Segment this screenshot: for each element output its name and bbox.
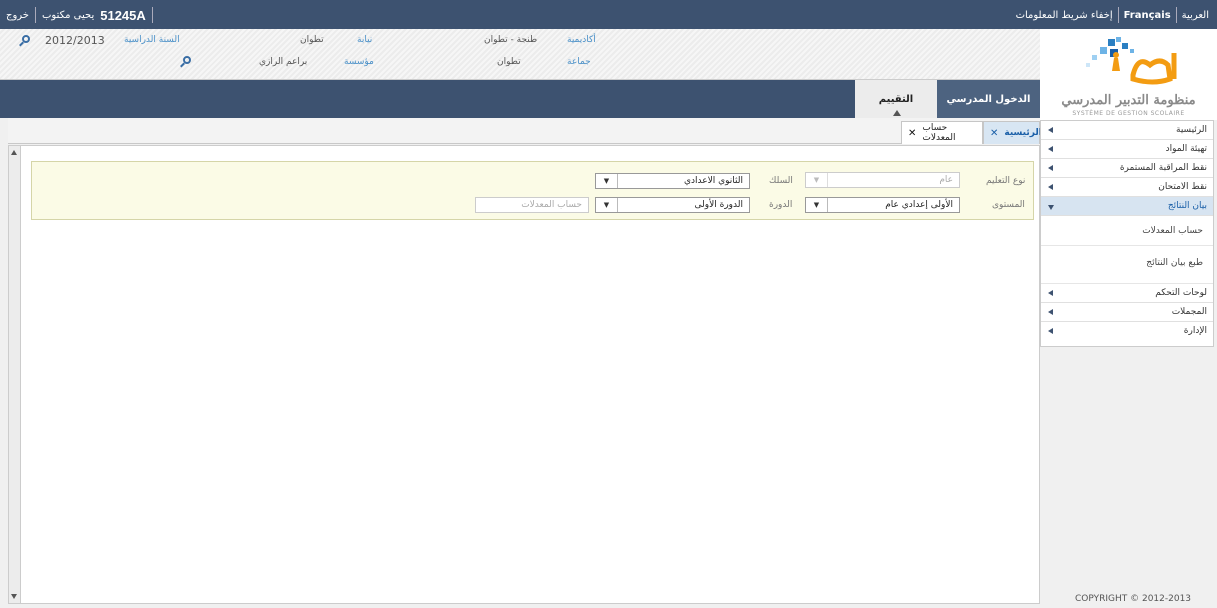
school-value: براعم الرازي (259, 57, 308, 67)
logo-subtitle: SYSTÈME DE GESTION SCOLAIRE (1072, 110, 1185, 117)
massar-logo-icon (1086, 37, 1177, 85)
logo-title: منظومة التدبير المدرسي (1061, 93, 1196, 108)
arrow-left-icon (1048, 184, 1053, 190)
level-select[interactable]: ▼ الأولى إعدادي عام (805, 197, 960, 213)
user-code: 51245A (100, 7, 146, 23)
academy-label: أكاديمية (567, 35, 596, 45)
arrow-left-icon (1048, 127, 1053, 133)
school-year-value: 2012/2013 (45, 34, 105, 47)
vertical-scrollbar[interactable] (9, 146, 21, 603)
sidebar-item-continuous-grades[interactable]: نقط المراقبة المستمرة (1041, 159, 1213, 178)
close-icon[interactable]: ✕ (908, 128, 916, 139)
education-type-label: نوع التعليم (986, 176, 1026, 186)
sidebar-item-summaries[interactable]: المجملات (1041, 303, 1213, 322)
sidebar-item-home[interactable]: الرئيسية (1041, 121, 1213, 140)
session-select[interactable]: ▼ الدورة الأولى (595, 197, 750, 213)
nav-tab-school-entry[interactable]: الدخول المدرسي (937, 80, 1040, 118)
cycle-label: السلك (769, 176, 793, 186)
nav-tab-evaluation[interactable]: التقييم (855, 80, 937, 118)
chevron-down-icon[interactable]: ▼ (806, 173, 828, 187)
sidebar-item-results[interactable]: بيان النتائج (1041, 197, 1213, 216)
arrow-left-icon (1048, 290, 1053, 296)
school-label: مؤسسة (344, 57, 374, 67)
hide-info-bar-link[interactable]: إخفاء شريط المعلومات (1016, 10, 1113, 21)
user-name: يحيى مكتوب (41, 9, 95, 21)
commune-label: جماعة (567, 57, 591, 67)
academy-value: طنجة - تطوان (484, 35, 538, 45)
session-label: الدورة (769, 200, 793, 210)
sidebar-subitem-compute-averages[interactable]: حساب المعدلات (1041, 216, 1213, 246)
sidebar-item-exam-grades[interactable]: نقط الامتحان (1041, 178, 1213, 197)
commune-value: تطوان (497, 57, 521, 67)
arrow-left-icon (1048, 328, 1053, 334)
tab-strip: ✕ حساب المعدلات ✕ الرئيسية (8, 118, 1042, 144)
filter-panel: نوع التعليم ▼ عام السلك ▼ الثانوي الاعدا… (31, 161, 1034, 220)
main-nav-bar: التقييم الدخول المدرسي (0, 80, 1040, 118)
top-bar: خروج يحيى مكتوب 51245A إخفاء شريط المعلو… (0, 0, 1217, 29)
arrow-down-icon (1048, 205, 1054, 210)
sidebar-item-dashboards[interactable]: لوحات التحكم (1041, 284, 1213, 303)
divider (34, 7, 36, 23)
language-area: إخفاء شريط المعلومات Français العربية (1016, 7, 1209, 23)
divider (151, 7, 153, 23)
caret-up-icon (893, 110, 901, 116)
lang-arabic-link[interactable]: العربية (1182, 10, 1209, 21)
user-area: خروج يحيى مكتوب 51245A (6, 7, 153, 23)
sidebar-menu: الرئيسية تهيئة المواد نقط المراقبة المست… (1040, 120, 1214, 347)
divider (1175, 7, 1177, 23)
info-bar: أكاديمية طنجة - تطوان نيابة تطوان السنة … (0, 29, 1040, 80)
chevron-down-icon[interactable]: ▼ (596, 174, 618, 188)
school-year-label: السنة الدراسية (124, 35, 180, 45)
nav-tab-label: التقييم (878, 93, 914, 105)
sidebar-item-administration[interactable]: الإدارة (1041, 322, 1213, 341)
compute-averages-button[interactable]: حساب المعدلات (475, 197, 589, 213)
sidebar-item-subjects-setup[interactable]: تهيئة المواد (1041, 140, 1213, 159)
province-value: تطوان (300, 35, 324, 45)
scroll-down-icon[interactable] (11, 594, 17, 599)
search-year-icon[interactable] (19, 35, 31, 47)
arrow-left-icon (1048, 309, 1053, 315)
copyright-text: COPYRIGHT © 2012-2013 (1075, 594, 1192, 604)
main-content: نوع التعليم ▼ عام السلك ▼ الثانوي الاعدا… (8, 145, 1040, 604)
tab-home[interactable]: ✕ الرئيسية (983, 121, 1042, 144)
tab-label: حساب المعدلات (922, 123, 956, 143)
logout-link[interactable]: خروج (6, 10, 29, 21)
lang-french-link[interactable]: Français (1124, 10, 1171, 21)
arrow-left-icon (1048, 165, 1053, 171)
app-logo: منظومة التدبير المدرسي SYSTÈME DE GESTIO… (1040, 29, 1217, 120)
education-type-select[interactable]: ▼ عام (805, 172, 960, 188)
tab-compute-averages[interactable]: ✕ حساب المعدلات (901, 121, 983, 144)
tab-label: الرئيسية (1004, 128, 1042, 138)
close-icon[interactable]: ✕ (990, 128, 998, 139)
level-label: المستوى (992, 200, 1025, 210)
chevron-down-icon[interactable]: ▼ (806, 198, 828, 212)
nav-tab-label: الدخول المدرسي (946, 93, 1031, 105)
scroll-up-icon[interactable] (11, 150, 17, 155)
sidebar-subitem-print-results[interactable]: طبع بيان النتائج (1041, 246, 1213, 284)
province-label: نيابة (357, 35, 373, 45)
divider (1117, 7, 1119, 23)
chevron-down-icon[interactable]: ▼ (596, 198, 618, 212)
search-school-icon[interactable] (180, 56, 192, 68)
arrow-left-icon (1048, 146, 1053, 152)
cycle-select[interactable]: ▼ الثانوي الاعدادي (595, 173, 750, 189)
